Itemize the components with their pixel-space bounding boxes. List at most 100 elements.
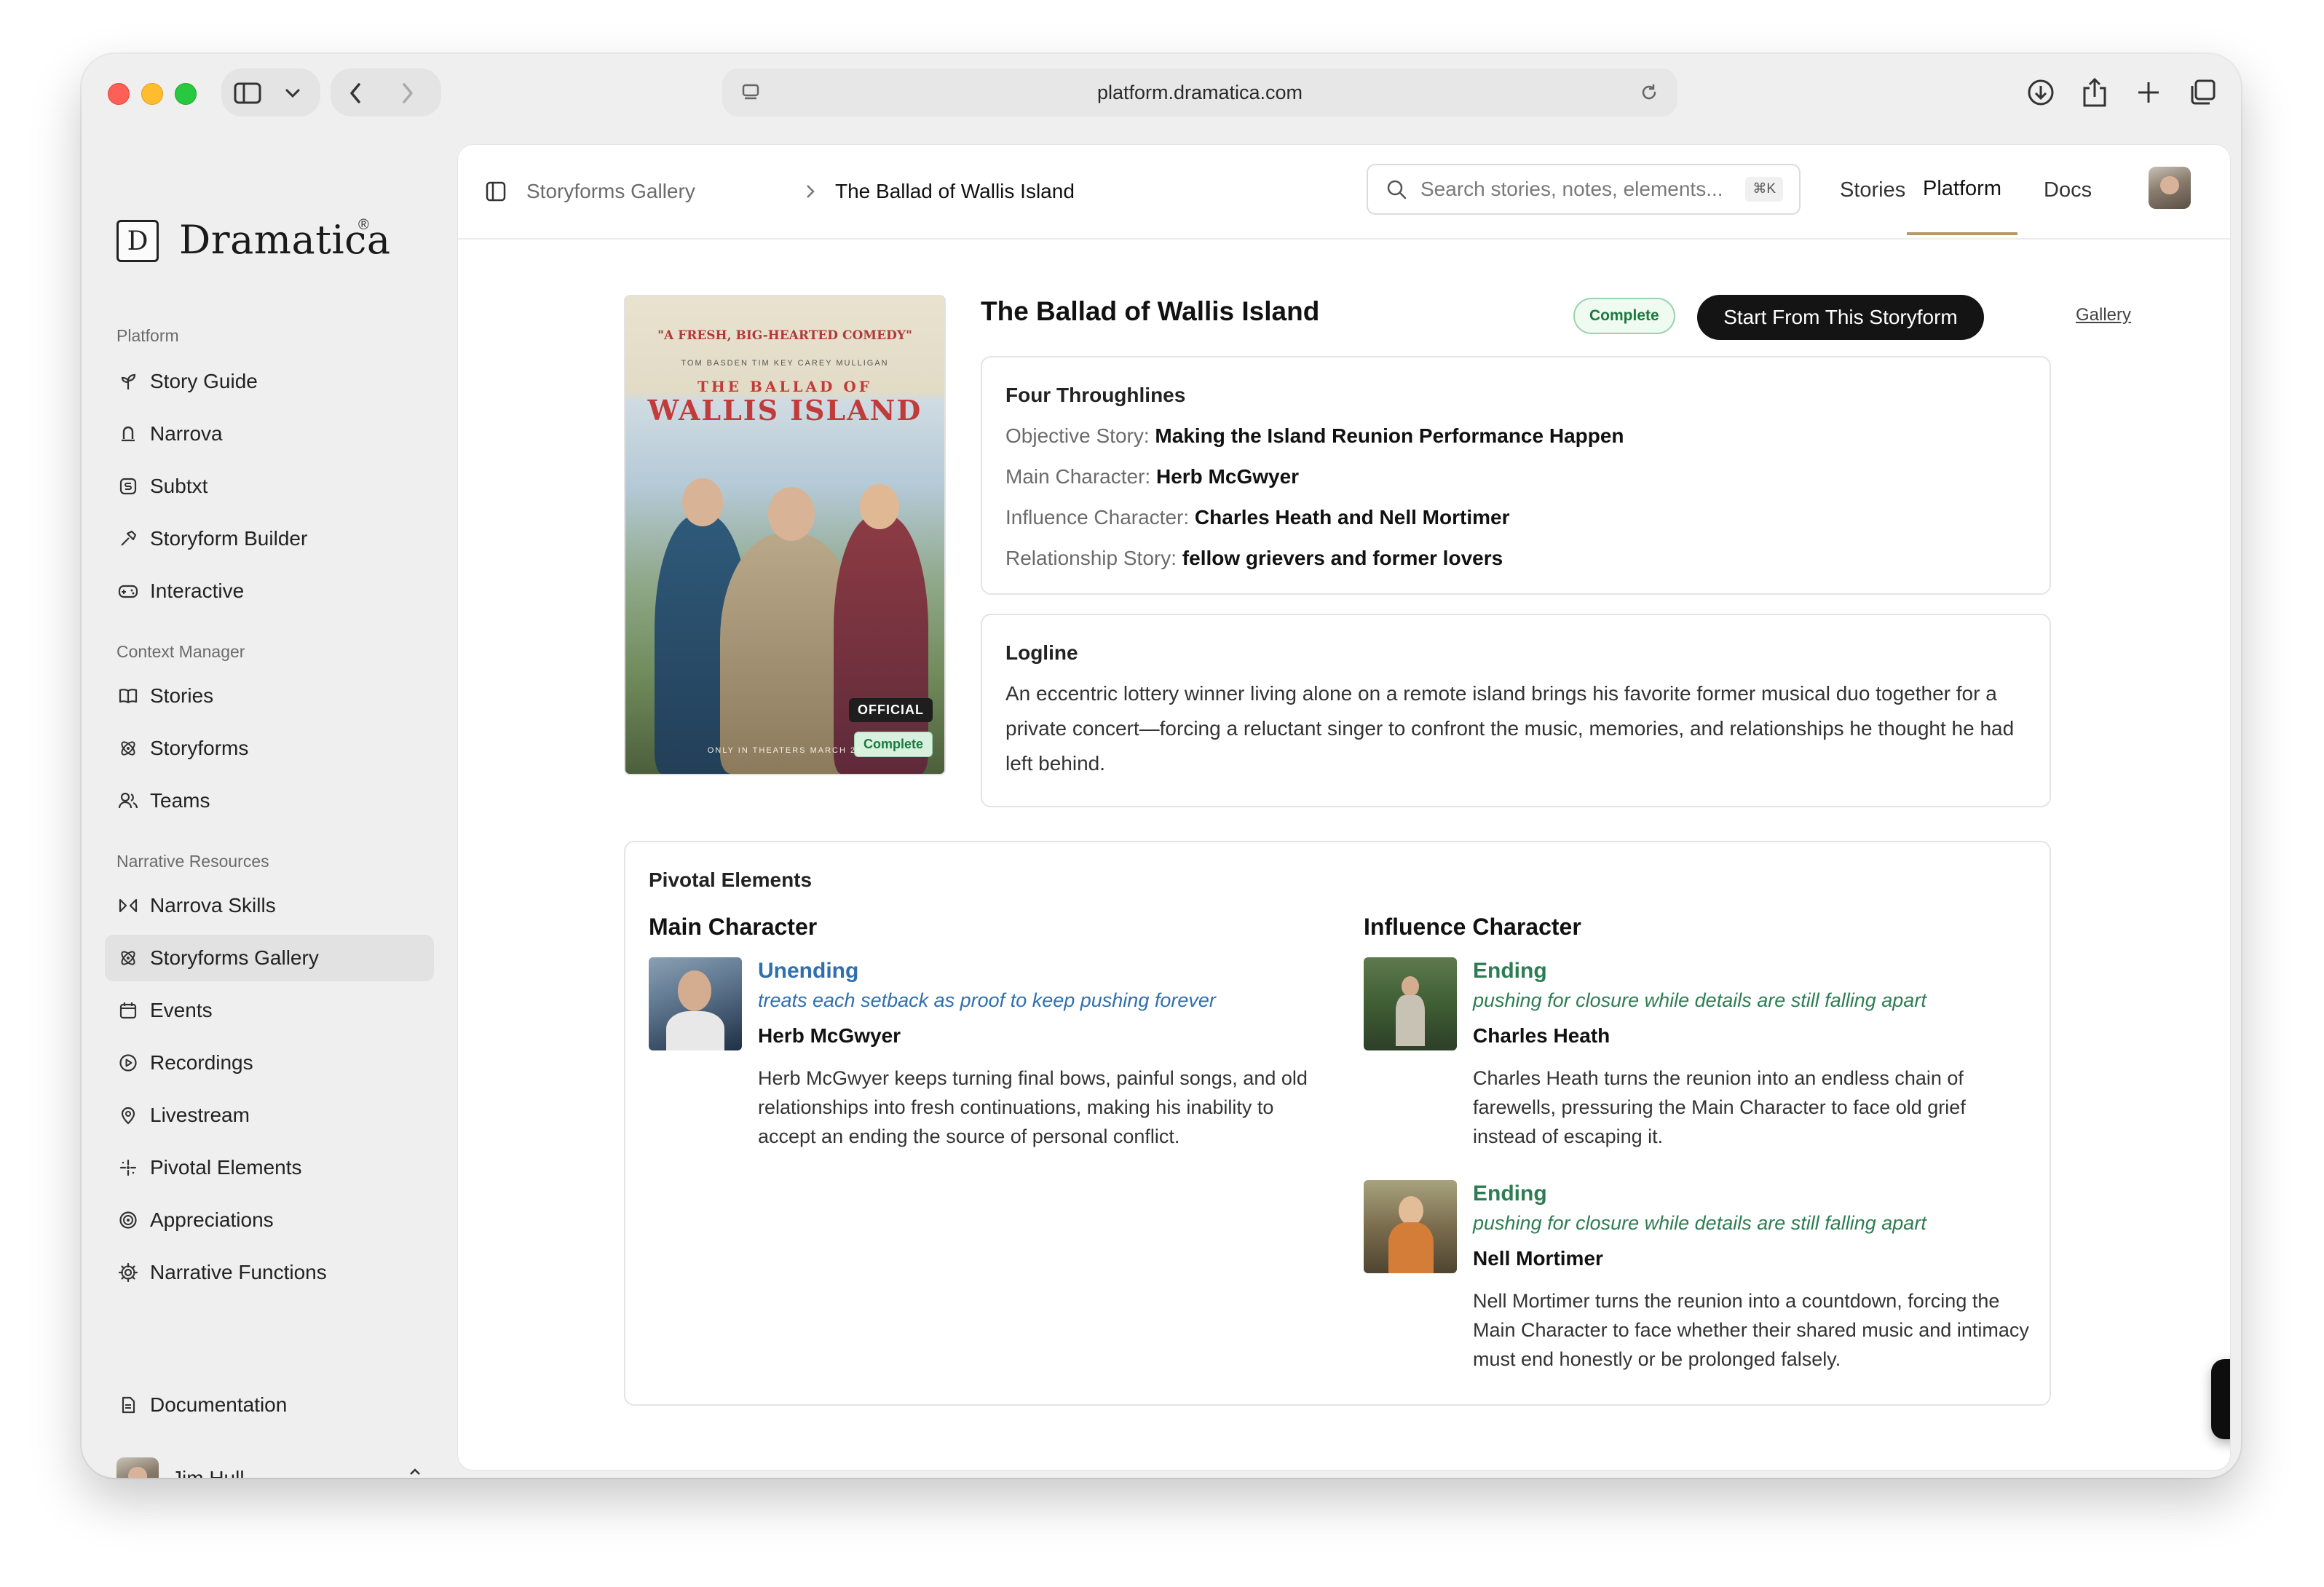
poster-quote: "A FRESH, BIG-HEARTED COMEDY" [657,328,912,343]
main-element-subtitle: treats each setback as proof to keep pus… [758,989,1216,1011]
chevron-down-icon[interactable] [278,79,307,108]
pivotal-heading: Pivotal Elements [649,868,813,891]
sidebar-item-label: Storyforms Gallery [150,946,319,969]
profile-avatar[interactable] [2149,167,2191,209]
poster-title-line2: WALLIS ISLAND [647,394,922,427]
sidebar-item-pivotal-elements[interactable]: Pivotal Elements [105,1144,434,1191]
story-poster-image: "A FRESH, BIG-HEARTED COMEDY" TOM BASDEN… [624,295,946,775]
sidebar-item-label: Storyform Builder [150,527,308,550]
registered-mark: ® [358,217,369,233]
book-icon [116,684,140,708]
throughline-influence-character: Influence Character: Charles Heath and N… [1005,506,1509,529]
sidebar-item-storyforms-gallery[interactable]: Storyforms Gallery [105,935,434,981]
hammer-icon [116,527,140,550]
gallery-link[interactable]: Gallery [2076,305,2131,325]
search-icon [1386,178,1407,204]
sidebar-item-label: Story Guide [150,370,258,392]
sidebar-item-recordings[interactable]: Recordings [105,1040,434,1086]
poster-official-label: OFFICIAL [849,698,933,722]
sidebar-item-narrova-skills[interactable]: Narrova Skills [105,882,434,929]
back-arrow-icon[interactable] [341,79,370,108]
main-character-heading: Main Character [649,914,818,940]
sidebar-item-label: Events [150,999,213,1021]
dramatica-logo-icon[interactable]: D [116,220,159,262]
main-character-description: Herb McGwyer keeps turning final bows, p… [758,1067,1308,1147]
throughline-value: fellow grievers and former lovers [1182,547,1503,569]
atom-icon [116,946,140,970]
nav-stories[interactable]: Stories [1840,145,1905,235]
throughline-key: Relationship Story: [1005,547,1177,569]
poster-head-right [860,484,899,529]
search-placeholder: Search stories, notes, elements... [1420,178,1723,200]
influence-element-subtitle-charles: pushing for closure while details are st… [1473,989,1926,1011]
sidebar-item-label: Subtxt [150,475,208,497]
main-character-name: Herb McGwyer [758,1024,901,1047]
logo-letter: D [127,226,149,256]
user-menu[interactable]: Jim Hull [105,1453,434,1478]
poster-head-left [682,478,723,526]
throughline-objective-story: Objective Story: Making the Island Reuni… [1005,424,1624,448]
sidebar-item-narrova[interactable]: Narrova [105,411,434,457]
map-pin-icon [116,1104,140,1127]
narrova-assistant-button[interactable] [2211,1359,2230,1439]
new-tab-icon[interactable] [2132,76,2165,109]
status-badge: Complete [1573,298,1675,334]
influence-character-photo-nell [1364,1180,1457,1273]
browser-window: platform.dramatica.com D Dramatica ® Pla… [82,54,2241,1478]
sidebar-item-stories[interactable]: Stories [105,673,434,719]
sidebar-item-interactive[interactable]: Interactive [105,568,434,614]
sidebar-item-story-guide[interactable]: Story Guide [105,358,434,405]
start-from-storyform-button[interactable]: Start From This Storyform [1697,295,1984,340]
main-element-name[interactable]: Unending [758,959,858,984]
influence-character-photo-charles [1364,957,1457,1050]
section-label-context-manager: Context Manager [116,642,245,661]
sidebar-item-storyform-builder[interactable]: Storyform Builder [105,515,434,562]
main-content: Storyforms Gallery The Ballad of Wallis … [457,144,2231,1471]
sidebar-item-label: Appreciations [150,1208,274,1231]
minimize-window-button[interactable] [141,83,163,105]
sidebar-item-narrative-functions[interactable]: Narrative Functions [105,1249,434,1296]
address-bar[interactable]: platform.dramatica.com [722,68,1677,116]
sidebar-item-events[interactable]: Events [105,987,434,1034]
sidebar-toggle-icon[interactable] [233,79,262,108]
user-name: Jim Hull [172,1467,245,1478]
influence-character-name-charles: Charles Heath [1473,1024,1610,1047]
influence-element-name-charles[interactable]: Ending [1473,959,1547,984]
main-character-photo [649,957,742,1050]
sidebar-item-livestream[interactable]: Livestream [105,1092,434,1139]
throughlines-card: Four Throughlines Objective Story: Makin… [981,356,2051,595]
throughline-main-character: Main Character: Herb McGwyer [1005,465,1299,488]
sidebar-item-label: Documentation [150,1393,288,1416]
panel-toggle-icon[interactable] [481,177,510,206]
close-window-button[interactable] [108,83,130,105]
sidebar-item-subtxt[interactable]: Subtxt [105,463,434,510]
zoom-window-button[interactable] [175,83,197,105]
sprout-icon [116,370,140,393]
poster-title-line1: THE BALLAD OF [697,378,872,395]
tab-overview-icon[interactable] [2186,76,2219,109]
poster-cast: TOM BASDEN TIM KEY CAREY MULLIGAN [681,359,889,368]
share-icon[interactable] [2078,74,2111,111]
search-input[interactable]: Search stories, notes, elements... ⌘K [1367,164,1801,215]
narrova-icon [116,422,140,446]
throughlines-heading: Four Throughlines [1005,384,1186,406]
sidebar-item-storyforms[interactable]: Storyforms [105,725,434,772]
nav-docs[interactable]: Docs [2044,145,2092,235]
breadcrumb-parent[interactable]: Storyforms Gallery [526,145,695,238]
nav-platform[interactable]: Platform [1907,145,2017,235]
sparkle-icon [116,1156,140,1179]
influence-element-subtitle-nell: pushing for closure while details are st… [1473,1212,1926,1234]
section-label-narrative-resources: Narrative Resources [116,852,269,871]
influence-element-name-nell[interactable]: Ending [1473,1182,1547,1206]
sidebar-item-documentation[interactable]: Documentation [105,1382,434,1428]
logline-text: An eccentric lottery winner living alone… [1005,682,2015,775]
sidebar: D Dramatica ® Platform Story Guide Narro… [82,131,451,1478]
sidebar-item-label: Narrova [150,422,223,445]
sidebar-item-appreciations[interactable]: Appreciations [105,1197,434,1243]
forward-arrow-icon[interactable] [393,79,422,108]
chevron-up-down-icon[interactable] [408,1467,422,1479]
download-icon[interactable] [2024,76,2058,109]
sidebar-item-teams[interactable]: Teams [105,777,434,824]
reload-icon[interactable] [1635,79,1663,106]
top-bar: Storyforms Gallery The Ballad of Wallis … [458,145,2230,240]
